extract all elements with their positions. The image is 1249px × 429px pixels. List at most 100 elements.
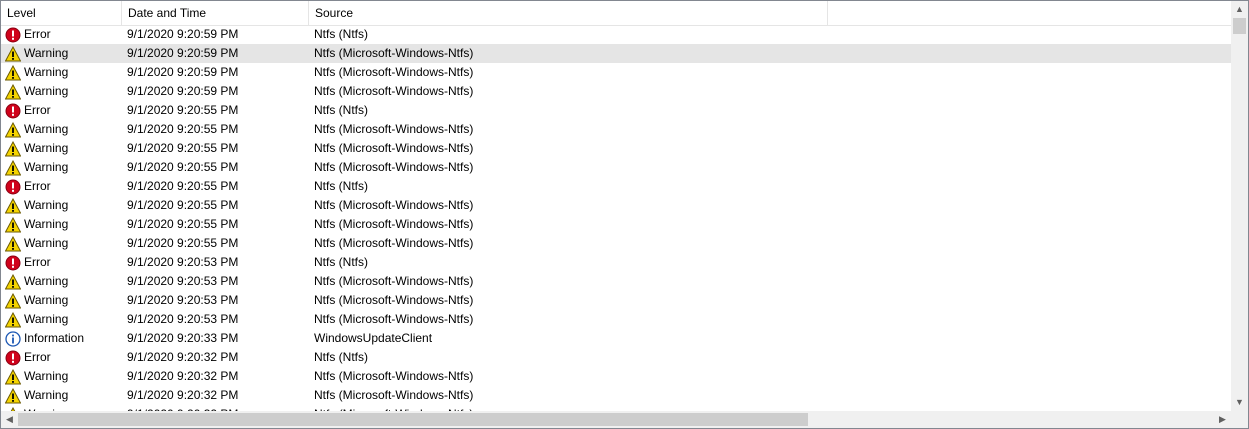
table-row[interactable]: Information 9/1/2020 9:20:33 PM WindowsUpd…	[1, 329, 1231, 348]
table-row[interactable]: Warning 9/1/2020 9:20:53 PM Ntfs (Microsof…	[1, 272, 1231, 291]
level-text: Error	[24, 103, 51, 117]
warning-icon	[4, 235, 22, 252]
source-cell: Ntfs (Microsoft-Windows-Ntfs)	[314, 236, 474, 250]
table-row[interactable]: Warning 9/1/2020 9:20:55 PM Ntfs (Microsof…	[1, 215, 1231, 234]
date-cell: 9/1/2020 9:20:55 PM	[127, 179, 239, 193]
source-cell: Ntfs (Microsoft-Windows-Ntfs)	[314, 141, 474, 155]
level-cell: Error	[5, 101, 121, 120]
level-text: Error	[24, 255, 51, 269]
level-text: Warning	[24, 65, 69, 79]
column-header-level[interactable]: Level	[1, 1, 122, 25]
source-cell: Ntfs (Ntfs)	[314, 179, 368, 193]
warning-icon	[4, 140, 22, 157]
level-cell: Warning	[4, 63, 121, 82]
date-cell: 9/1/2020 9:20:55 PM	[127, 217, 239, 231]
horizontal-scrollbar[interactable]: ◀ ▶	[1, 411, 1231, 428]
table-row[interactable]: Error 9/1/2020 9:20:32 PM Ntfs (Ntfs)	[1, 348, 1231, 367]
table-row[interactable]: Error 9/1/2020 9:20:59 PM Ntfs (Ntfs)	[1, 25, 1231, 44]
table-row[interactable]: Warning 9/1/2020 9:20:59 PM Ntfs (Microsof…	[1, 82, 1231, 101]
event-list: Level Date and Time Source Error 9/1/2020…	[0, 0, 1249, 429]
table-row[interactable]: Warning 9/1/2020 9:20:53 PM Ntfs (Microsof…	[1, 291, 1231, 310]
table-row[interactable]: Warning 9/1/2020 9:20:55 PM Ntfs (Microsof…	[1, 139, 1231, 158]
date-cell: 9/1/2020 9:20:55 PM	[127, 160, 239, 174]
scroll-up-arrow-icon[interactable]: ▲	[1231, 1, 1248, 18]
level-text: Error	[24, 350, 51, 364]
scroll-down-arrow-icon[interactable]: ▼	[1231, 394, 1248, 411]
source-cell: Ntfs (Microsoft-Windows-Ntfs)	[314, 388, 474, 402]
warning-icon	[4, 83, 22, 100]
level-cell: Warning	[4, 82, 121, 101]
source-cell: Ntfs (Microsoft-Windows-Ntfs)	[314, 46, 474, 60]
warning-icon	[4, 45, 22, 62]
date-cell: 9/1/2020 9:20:32 PM	[127, 350, 239, 364]
table-row[interactable]: Error 9/1/2020 9:20:55 PM Ntfs (Ntfs)	[1, 101, 1231, 120]
vertical-scroll-thumb[interactable]	[1233, 18, 1246, 34]
level-cell: Error	[5, 177, 121, 196]
source-cell: WindowsUpdateClient	[314, 331, 433, 345]
date-cell: 9/1/2020 9:20:32 PM	[127, 388, 239, 402]
date-cell: 9/1/2020 9:20:59 PM	[127, 27, 239, 41]
error-icon	[5, 255, 21, 271]
table-row[interactable]: Warning 9/1/2020 9:20:32 PM Ntfs (Microsof…	[1, 386, 1231, 405]
table-row[interactable]: Warning 9/1/2020 9:20:32 PM Ntfs (Microsof…	[1, 367, 1231, 386]
level-text: Warning	[24, 274, 69, 288]
table-row[interactable]: Warning 9/1/2020 9:20:59 PM Ntfs (Microsof…	[1, 44, 1231, 63]
source-cell: Ntfs (Ntfs)	[314, 350, 368, 364]
level-cell: Warning	[4, 367, 121, 386]
level-text: Warning	[24, 198, 69, 212]
date-cell: 9/1/2020 9:20:33 PM	[127, 331, 239, 345]
date-cell: 9/1/2020 9:20:55 PM	[127, 141, 239, 155]
level-cell: Warning	[4, 272, 121, 291]
date-cell: 9/1/2020 9:20:55 PM	[127, 198, 239, 212]
source-cell: Ntfs (Microsoft-Windows-Ntfs)	[314, 217, 474, 231]
column-header-date-and-time[interactable]: Date and Time	[122, 1, 309, 25]
date-cell: 9/1/2020 9:20:32 PM	[127, 369, 239, 383]
event-rows: Error 9/1/2020 9:20:59 PM Ntfs (Ntfs) Warni…	[1, 25, 1231, 411]
scroll-left-arrow-icon[interactable]: ◀	[1, 411, 18, 428]
level-text: Warning	[24, 46, 69, 60]
warning-icon	[4, 197, 22, 214]
table-row[interactable]: Warning 9/1/2020 9:20:55 PM Ntfs (Microsof…	[1, 120, 1231, 139]
level-text: Warning	[24, 312, 69, 326]
source-cell: Ntfs (Microsoft-Windows-Ntfs)	[314, 274, 474, 288]
warning-icon	[4, 368, 22, 385]
table-row[interactable]: Warning 9/1/2020 9:20:55 PM Ntfs (Microsof…	[1, 196, 1231, 215]
warning-icon	[4, 64, 22, 81]
level-cell: Warning	[4, 139, 121, 158]
level-cell: Warning	[4, 386, 121, 405]
table-row[interactable]: Warning 9/1/2020 9:20:55 PM Ntfs (Microsof…	[1, 234, 1231, 253]
level-cell: Information	[5, 329, 121, 348]
table-row[interactable]: Warning 9/1/2020 9:20:59 PM Ntfs (Microsof…	[1, 63, 1231, 82]
date-cell: 9/1/2020 9:20:59 PM	[127, 84, 239, 98]
level-text: Warning	[24, 236, 69, 250]
warning-icon	[4, 387, 22, 404]
date-cell: 9/1/2020 9:20:55 PM	[127, 122, 239, 136]
level-cell: Warning	[4, 310, 121, 329]
level-cell: Error	[5, 253, 121, 272]
level-text: Information	[24, 331, 85, 345]
source-cell: Ntfs (Microsoft-Windows-Ntfs)	[314, 84, 474, 98]
level-text: Warning	[24, 141, 69, 155]
table-row[interactable]: Error 9/1/2020 9:20:55 PM Ntfs (Ntfs)	[1, 177, 1231, 196]
vertical-scrollbar[interactable]: ▲ ▼	[1231, 1, 1248, 411]
date-cell: 9/1/2020 9:20:53 PM	[127, 274, 239, 288]
level-cell: Warning	[4, 196, 121, 215]
level-cell: Warning	[4, 158, 121, 177]
error-icon	[5, 103, 21, 119]
warning-icon	[4, 311, 22, 328]
level-cell: Error	[5, 25, 121, 44]
scroll-right-arrow-icon[interactable]: ▶	[1214, 411, 1231, 428]
level-cell: Warning	[4, 234, 121, 253]
table-row[interactable]: Error 9/1/2020 9:20:53 PM Ntfs (Ntfs)	[1, 253, 1231, 272]
table-row[interactable]: Warning 9/1/2020 9:20:55 PM Ntfs (Microsof…	[1, 158, 1231, 177]
level-cell: Warning	[4, 215, 121, 234]
horizontal-scroll-thumb[interactable]	[18, 413, 808, 426]
column-header-source[interactable]: Source	[309, 1, 828, 25]
source-cell: Ntfs (Microsoft-Windows-Ntfs)	[314, 293, 474, 307]
date-cell: 9/1/2020 9:20:59 PM	[127, 46, 239, 60]
error-icon	[5, 179, 21, 195]
source-cell: Ntfs (Ntfs)	[314, 103, 368, 117]
error-icon	[5, 350, 21, 366]
level-text: Warning	[24, 84, 69, 98]
table-row[interactable]: Warning 9/1/2020 9:20:53 PM Ntfs (Microsof…	[1, 310, 1231, 329]
